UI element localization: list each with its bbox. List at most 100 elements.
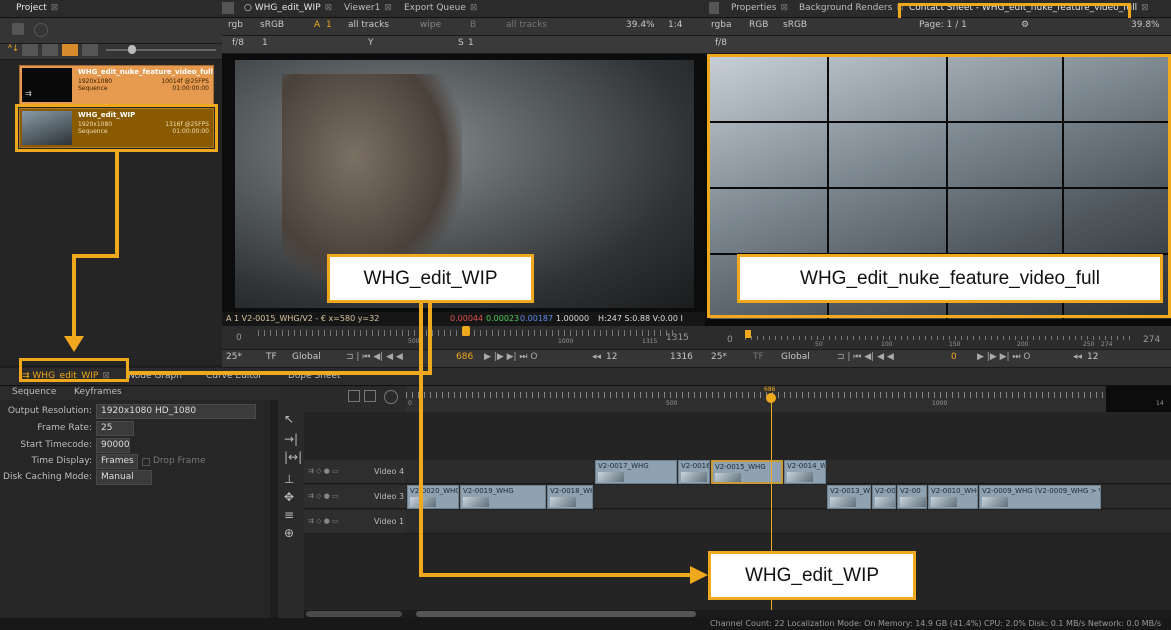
select-tool-icon[interactable]: ↖ <box>284 412 294 426</box>
transport-controls-right[interactable]: ▶ |▶ ▶| ⏭ O <box>484 352 537 362</box>
step-icon[interactable]: ◂◂ <box>592 352 601 362</box>
start-timecode-input[interactable]: 90000 <box>96 438 130 453</box>
timeline-scrollbar[interactable] <box>406 610 1171 618</box>
clip[interactable]: V2-00 <box>897 485 927 509</box>
track-header-video3[interactable]: ⇉ ◇ ● ▭ Video 3 <box>304 485 406 509</box>
track-select-icon[interactable]: →| <box>284 432 298 446</box>
thumbnail-size-slider[interactable] <box>106 49 216 51</box>
tf-dropdown[interactable]: TF <box>266 352 277 362</box>
subtab-keyframes[interactable]: Keyframes <box>74 387 122 397</box>
search-icon[interactable] <box>34 23 48 37</box>
sort-icon[interactable]: ᴬ↓ <box>8 44 19 54</box>
clip[interactable]: V2-0020_WHG <box>407 485 459 509</box>
clip[interactable]: V2-0019_WHG <box>460 485 546 509</box>
channels-dropdown[interactable]: rgba <box>711 20 731 30</box>
tab-project[interactable]: Project ⊠ <box>16 3 58 13</box>
playhead-marker[interactable] <box>745 330 751 338</box>
clip[interactable]: V2-001 <box>872 485 896 509</box>
thumb-view-icon[interactable] <box>62 44 78 56</box>
zoom-level[interactable]: 39.4% <box>626 20 655 30</box>
step-value[interactable]: 12 <box>1087 352 1098 362</box>
drop-frame-checkbox[interactable] <box>142 458 150 466</box>
colorspace-dropdown[interactable]: sRGB <box>260 20 284 30</box>
fstop-label[interactable]: f/8 <box>715 38 727 48</box>
page-indicator[interactable]: Page: 1 / 1 <box>919 20 967 30</box>
tab-viewer-panel[interactable] <box>222 2 234 14</box>
wipe-dropdown[interactable]: wipe <box>420 20 441 30</box>
detail-view-icon[interactable] <box>82 44 98 56</box>
transport-controls-left[interactable]: ⊐ | ⏮ ◀| ◀ ◀ <box>837 352 894 362</box>
zoom-tool-icon[interactable]: ⊕ <box>284 526 294 540</box>
step-icon[interactable]: ◂◂ <box>1073 352 1082 362</box>
tab-properties[interactable]: Properties ⊠ <box>731 3 788 13</box>
colorspace-dropdown[interactable]: sRGB <box>783 20 807 30</box>
frame-rate-dropdown[interactable]: 25 <box>96 421 134 436</box>
saturation-value[interactable]: 1 <box>468 38 474 48</box>
fps-dropdown[interactable]: 25* <box>226 352 242 362</box>
list-view-icon[interactable] <box>22 44 38 56</box>
clip[interactable]: V2-0016_ <box>678 460 710 484</box>
fstop-label[interactable]: f/8 <box>232 38 244 48</box>
input-b-tracks[interactable]: all tracks <box>506 20 547 30</box>
clip[interactable]: V2-0014_WH <box>784 460 826 484</box>
snap-icon[interactable] <box>348 390 360 402</box>
input-a-label[interactable]: A <box>314 20 320 30</box>
input-b-label[interactable]: B <box>470 20 476 30</box>
clip[interactable]: V2-0010_WHG <box>928 485 978 509</box>
subtab-sequence[interactable]: Sequence <box>12 387 56 397</box>
multi-tool-icon[interactable]: ≡ <box>284 508 294 522</box>
link-icon[interactable] <box>364 390 376 402</box>
timeline-ruler[interactable]: 0 500 1000 14 686 <box>406 386 1171 412</box>
playhead-marker[interactable] <box>462 326 470 336</box>
output-resolution-dropdown[interactable]: 1920x1080 HD_1080 <box>96 404 256 419</box>
settings-icon[interactable]: ⚙ <box>1021 20 1029 30</box>
input-a-number[interactable]: 1 <box>326 20 332 30</box>
clip[interactable]: V2-0013_WH <box>827 485 871 509</box>
track-controls[interactable]: ⇉ ◇ ● ▭ <box>308 492 339 500</box>
current-frame[interactable]: 686 <box>456 352 473 362</box>
tab-viewer1[interactable]: Viewer1 ⊠ <box>344 3 392 13</box>
track-header-video1[interactable]: ⇉ ◇ ● ▭ Video 1 <box>304 510 406 534</box>
saturation-label[interactable]: S <box>458 38 464 48</box>
current-frame[interactable]: 0 <box>951 352 957 362</box>
timeline-zoom-scroll[interactable] <box>304 610 404 618</box>
gamma-label[interactable]: Y <box>368 38 374 48</box>
track-controls[interactable]: ⇉ ◇ ● ▭ <box>308 467 339 475</box>
tf-dropdown[interactable]: TF <box>753 352 764 362</box>
transport-controls-left[interactable]: ⊐ | ⏮ ◀| ◀ ◀ <box>346 352 403 362</box>
grid-view-icon[interactable] <box>42 44 58 56</box>
panel-icon[interactable] <box>709 2 719 14</box>
track-controls[interactable]: ⇉ ◇ ● ▭ <box>308 517 339 525</box>
step-value[interactable]: 12 <box>606 352 617 362</box>
clip-selected[interactable]: V2-0015_WHG <box>711 460 783 484</box>
project-item[interactable]: ⇉ WHG_edit_nuke_feature_video_full 1920x… <box>19 65 214 105</box>
tab-viewer-sequence[interactable]: ○ WHG_edit_WIP ⊠ <box>244 3 332 13</box>
clip[interactable]: V2-0017_WHG <box>595 460 677 484</box>
slider-handle[interactable] <box>128 45 136 54</box>
proxy-ratio[interactable]: 1:4 <box>668 20 682 30</box>
last-frame[interactable]: 1316 <box>670 352 693 362</box>
input-a-tracks[interactable]: all tracks <box>348 20 389 30</box>
disk-caching-dropdown[interactable]: Manual <box>96 470 152 485</box>
tab-background-renders[interactable]: Background Renders ⊠ <box>799 3 904 13</box>
gain-value[interactable]: 1 <box>262 38 268 48</box>
razor-tool-icon[interactable]: ⊥ <box>284 472 294 486</box>
channels-dropdown[interactable]: rgb <box>228 20 243 30</box>
fps-dropdown[interactable]: 25* <box>711 352 727 362</box>
clip[interactable]: V2-0018_WHG <box>547 485 593 509</box>
global-dropdown[interactable]: Global <box>781 352 810 362</box>
time-display-dropdown[interactable]: Frames <box>96 454 138 469</box>
tab-export-queue[interactable]: Export Queue ⊠ <box>404 3 477 13</box>
clip[interactable]: V2-0009_WHG (V2-0009_WHG > V2) <box>979 485 1101 509</box>
timeline-zoom-icon[interactable] <box>384 390 398 404</box>
zoom-level[interactable]: 39.8% <box>1131 20 1160 30</box>
scrollbar-thumb[interactable] <box>416 611 696 617</box>
contact-timeline-ruler[interactable]: 0 50 100 150 200 250 274 274 <box>705 326 1171 350</box>
move-tool-icon[interactable]: ✥ <box>284 490 294 504</box>
global-dropdown[interactable]: Global <box>292 352 321 362</box>
app-icon[interactable] <box>12 23 24 35</box>
close-icon[interactable]: ⊠ <box>51 3 59 13</box>
track-header-video4[interactable]: ⇉ ◇ ● ▭ Video 4 <box>304 460 406 484</box>
transport-controls-right[interactable]: ▶ |▶ ▶| ⏭ O <box>977 352 1030 362</box>
space-dropdown[interactable]: RGB <box>749 20 768 30</box>
